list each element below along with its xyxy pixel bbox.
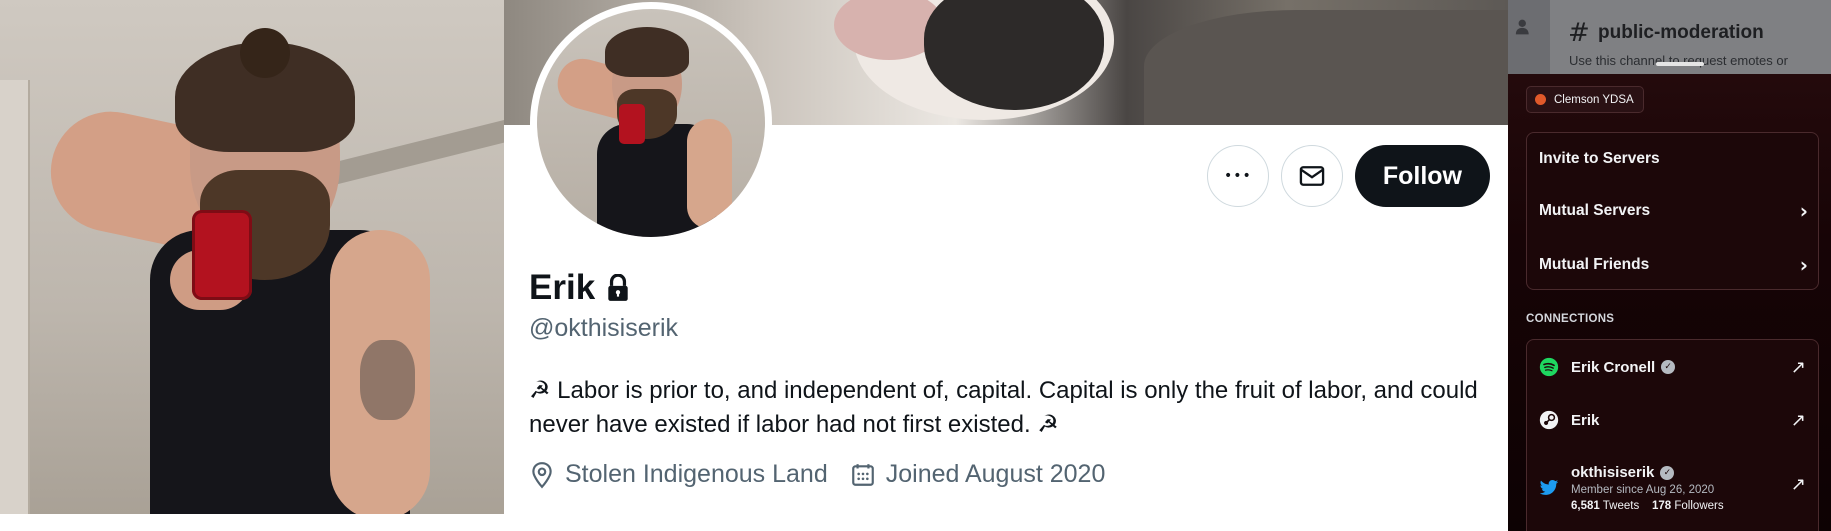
profile-meta: Stolen Indigenous Land Joined August 202… xyxy=(529,460,1105,489)
location-text: Stolen Indigenous Land xyxy=(565,460,828,488)
discord-profile-panel: # public-moderation Use this channel to … xyxy=(1508,0,1831,531)
hair-bun xyxy=(240,28,290,78)
location-item: Stolen Indigenous Land xyxy=(529,460,828,489)
profile-actions: ••• Follow xyxy=(1206,145,1490,207)
twitter-connection-details: okthisiserik ✓ Member since Aug 26, 2020… xyxy=(1571,464,1724,512)
menu-item-mutual-friends[interactable]: Mutual Friends › xyxy=(1539,239,1808,291)
connection-spotify[interactable]: Erik Cronell ✓ ↗ xyxy=(1539,357,1806,378)
avatar-image xyxy=(537,9,765,237)
connection-name-text: okthisiserik xyxy=(1571,464,1655,481)
joined-item: Joined August 2020 xyxy=(850,460,1106,489)
banner-blanket xyxy=(1144,10,1508,125)
chevron-right-icon: › xyxy=(1799,199,1808,223)
menu-item-invite-to-servers[interactable]: Invite to Servers xyxy=(1539,133,1808,185)
profile-photo xyxy=(0,0,514,514)
chevron-right-icon: › xyxy=(1799,253,1808,277)
profile-menu: Invite to Servers Mutual Servers › Mutua… xyxy=(1526,132,1819,290)
calendar-icon xyxy=(851,463,874,486)
phone xyxy=(192,210,252,300)
profile-bio: ☭ Labor is prior to, and independent of,… xyxy=(529,377,1478,438)
more-icon: ••• xyxy=(1223,168,1252,184)
connections-heading: CONNECTIONS xyxy=(1526,313,1615,325)
menu-item-mutual-servers[interactable]: Mutual Servers › xyxy=(1539,185,1808,237)
avatar-phone xyxy=(619,104,645,144)
twitter-bird-icon xyxy=(1539,478,1559,498)
location-pin-icon xyxy=(532,461,552,488)
tweets-label: Tweets xyxy=(1602,500,1640,512)
menu-item-label: Mutual Friends xyxy=(1539,256,1650,273)
connection-name: Erik Cronell ✓ xyxy=(1571,358,1676,376)
avatar-hair xyxy=(605,27,689,77)
external-link-icon[interactable]: ↗ xyxy=(1791,410,1806,431)
arm-tattoo xyxy=(360,340,415,420)
connections-list: Erik Cronell ✓ ↗ Erik ↗ okthisiserik ✓ M… xyxy=(1526,339,1819,531)
message-button[interactable] xyxy=(1280,145,1343,207)
username-handle: @okthisiserik xyxy=(529,314,679,342)
lock-icon xyxy=(608,274,628,301)
spotify-icon xyxy=(1539,357,1559,377)
envelope-icon xyxy=(1299,166,1325,186)
server-badge-icon xyxy=(1535,94,1546,105)
menu-item-label: Invite to Servers xyxy=(1539,150,1660,167)
steam-icon xyxy=(1539,410,1559,430)
display-name: Erik xyxy=(529,268,596,307)
connection-name: okthisiserik ✓ xyxy=(1571,464,1724,481)
channel-hash-icon: # xyxy=(1568,18,1590,48)
server-badge-label: Clemson YDSA xyxy=(1554,93,1634,106)
more-options-button[interactable]: ••• xyxy=(1206,145,1269,207)
connection-twitter[interactable]: okthisiserik ✓ Member since Aug 26, 2020… xyxy=(1539,464,1806,512)
channel-name[interactable]: public-moderation xyxy=(1598,22,1764,44)
members-icon[interactable] xyxy=(1514,16,1536,38)
sheet-handle[interactable] xyxy=(1656,62,1704,66)
member-since-text: Member since Aug 26, 2020 xyxy=(1571,484,1715,496)
channel-header: # public-moderation Use this channel to … xyxy=(1508,0,1831,74)
server-badge[interactable]: Clemson YDSA xyxy=(1526,86,1644,113)
avatar-shoulder xyxy=(687,119,732,229)
display-name-row: Erik xyxy=(529,268,631,308)
connection-name-text: Erik Cronell xyxy=(1571,358,1656,376)
menu-item-label: Mutual Servers xyxy=(1539,202,1651,219)
joined-text: Joined August 2020 xyxy=(885,460,1106,488)
connection-steam[interactable]: Erik ↗ xyxy=(1539,410,1806,431)
external-link-icon[interactable]: ↗ xyxy=(1791,357,1806,378)
twitter-profile: ••• Follow Erik @okthisiserik ☭ Labor is… xyxy=(504,0,1508,531)
followers-count: 178 xyxy=(1652,500,1672,512)
verified-check-icon: ✓ xyxy=(1661,360,1676,374)
door-frame xyxy=(0,80,30,514)
external-link-icon[interactable]: ↗ xyxy=(1791,474,1806,495)
twitter-stats: 6,581 Tweets 178 Followers xyxy=(1571,500,1724,512)
follow-button[interactable]: Follow xyxy=(1354,145,1490,207)
header-left-strip xyxy=(1508,0,1550,74)
verified-check-icon: ✓ xyxy=(1660,465,1675,480)
connection-name: Erik xyxy=(1571,412,1599,429)
tweets-count: 6,581 xyxy=(1571,500,1600,512)
followers-label: Followers xyxy=(1674,500,1724,512)
avatar[interactable] xyxy=(530,2,772,244)
connection-name-text: Erik xyxy=(1571,411,1600,429)
